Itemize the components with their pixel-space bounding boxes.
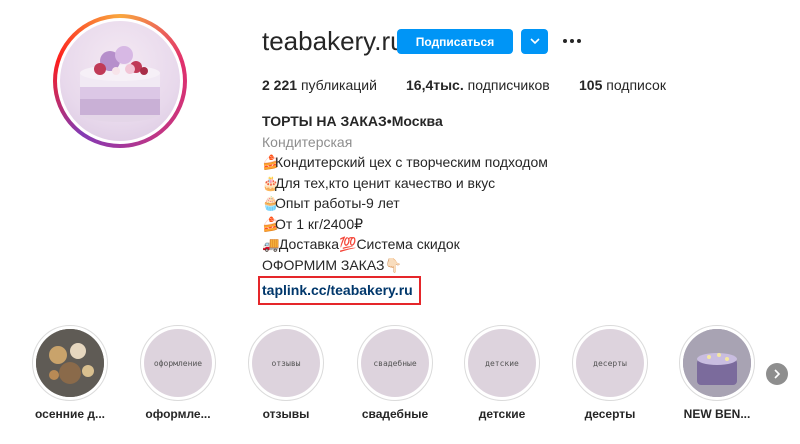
bio-line: 🎂Для тех,кто ценит качество и вкус: [262, 173, 548, 194]
bio-line: 🧁Опыт работы-9 лет: [262, 193, 548, 214]
bio-line: 🍰Кондитерский цех с творческим подходом: [262, 152, 548, 173]
highlight-label: осенние д...: [34, 407, 106, 421]
chevron-right-icon: [774, 369, 781, 379]
highlight-label: NEW BEN...: [683, 407, 751, 421]
highlight-item[interactable]: оформление оформле...: [138, 325, 218, 421]
highlight-cover: оформление: [144, 329, 212, 397]
posts-label: публикаций: [300, 77, 377, 93]
highlight-ring: [679, 325, 755, 401]
highlight-ring: оформление: [140, 325, 216, 401]
highlight-ring: отзывы: [248, 325, 324, 401]
highlight-ring: детские: [464, 325, 540, 401]
avatar-image: [60, 21, 180, 141]
highlight-item[interactable]: отзывы отзывы: [246, 325, 326, 421]
cake-emoji-icon: 🍰: [262, 154, 280, 170]
followers-count: 16,4тыс.: [406, 77, 464, 93]
highlights-next-button[interactable]: [766, 363, 788, 385]
bio-line-text: Доставка💯Система скидок: [275, 236, 460, 252]
highlight-item[interactable]: свадебные свадебные: [355, 325, 435, 421]
desserts-photo: [36, 329, 104, 397]
highlight-cover: детские: [468, 329, 536, 397]
followers-label: подписчиков: [467, 77, 550, 93]
more-options-icon[interactable]: [560, 34, 584, 48]
highlight-item[interactable]: NEW BEN...: [677, 325, 757, 421]
highlight-cover: свадебные: [361, 329, 429, 397]
bio-line: 🚚 Доставка💯Система скидок: [262, 234, 548, 255]
highlight-label: отзывы: [262, 407, 310, 421]
following-label: подписок: [606, 77, 666, 93]
posts-stat: 2 221 публикаций: [262, 77, 377, 93]
bio-line-text: Для тех,кто ценит качество и вкус: [275, 174, 496, 191]
highlight-item[interactable]: осенние д...: [30, 325, 110, 421]
profile-avatar[interactable]: [53, 14, 187, 148]
bio-line-text: От 1 кг/2400₽: [275, 215, 364, 232]
highlight-label: оформле...: [145, 407, 211, 421]
followers-stat[interactable]: 16,4тыс. подписчиков: [406, 77, 550, 93]
highlight-cover-photo: [683, 329, 751, 397]
highlight-ring: [32, 325, 108, 401]
highlight-cover-photo: [36, 329, 104, 397]
bio-link[interactable]: taplink.cc/teabakery.ru: [262, 282, 413, 298]
bio-line-text: Кондитерский цех с творческим подходом: [275, 154, 548, 170]
bento-cake-photo: [683, 329, 751, 397]
highlight-ring: десерты: [572, 325, 648, 401]
suggestions-dropdown-button[interactable]: [521, 29, 548, 54]
highlight-label: десерты: [584, 407, 636, 421]
highlight-item[interactable]: детские детские: [462, 325, 542, 421]
profile-bio: ТОРТЫ НА ЗАКАЗ•Москва Кондитерская 🍰Конд…: [258, 111, 548, 305]
bio-line: ОФОРМИМ ЗАКАЗ👇🏻: [262, 255, 548, 276]
bio-line-text: ОФОРМИМ ЗАКАЗ👇🏻: [262, 256, 402, 273]
highlight-cover: отзывы: [252, 329, 320, 397]
birthday-cake-emoji-icon: 🎂: [262, 174, 280, 191]
following-count: 105: [579, 77, 603, 93]
bio-line-text: Опыт работы-9 лет: [275, 195, 400, 211]
cupcake-emoji-icon: 🧁: [262, 195, 280, 211]
follow-button[interactable]: Подписаться: [397, 29, 513, 54]
highlight-cover: десерты: [576, 329, 644, 397]
avatar-border: [57, 18, 183, 144]
cake-image: [80, 46, 160, 122]
profile-category: Кондитерская: [262, 133, 353, 150]
bio-line: 🍰От 1 кг/2400₽: [262, 214, 548, 235]
following-stat[interactable]: 105 подписок: [579, 77, 666, 93]
truck-emoji-icon: 🚚: [262, 236, 280, 252]
highlight-label: детские: [478, 407, 526, 421]
profile-full-name: ТОРТЫ НА ЗАКАЗ•Москва: [262, 113, 443, 129]
profile-username: teabakery.ru: [262, 26, 405, 56]
highlight-ring: свадебные: [357, 325, 433, 401]
cake-emoji-icon: 🍰: [262, 215, 280, 232]
posts-count: 2 221: [262, 77, 298, 93]
chevron-down-icon: [529, 38, 540, 45]
bio-link-highlight: taplink.cc/teabakery.ru: [258, 276, 421, 305]
highlight-item[interactable]: десерты десерты: [570, 325, 650, 421]
highlight-label: свадебные: [361, 407, 429, 421]
